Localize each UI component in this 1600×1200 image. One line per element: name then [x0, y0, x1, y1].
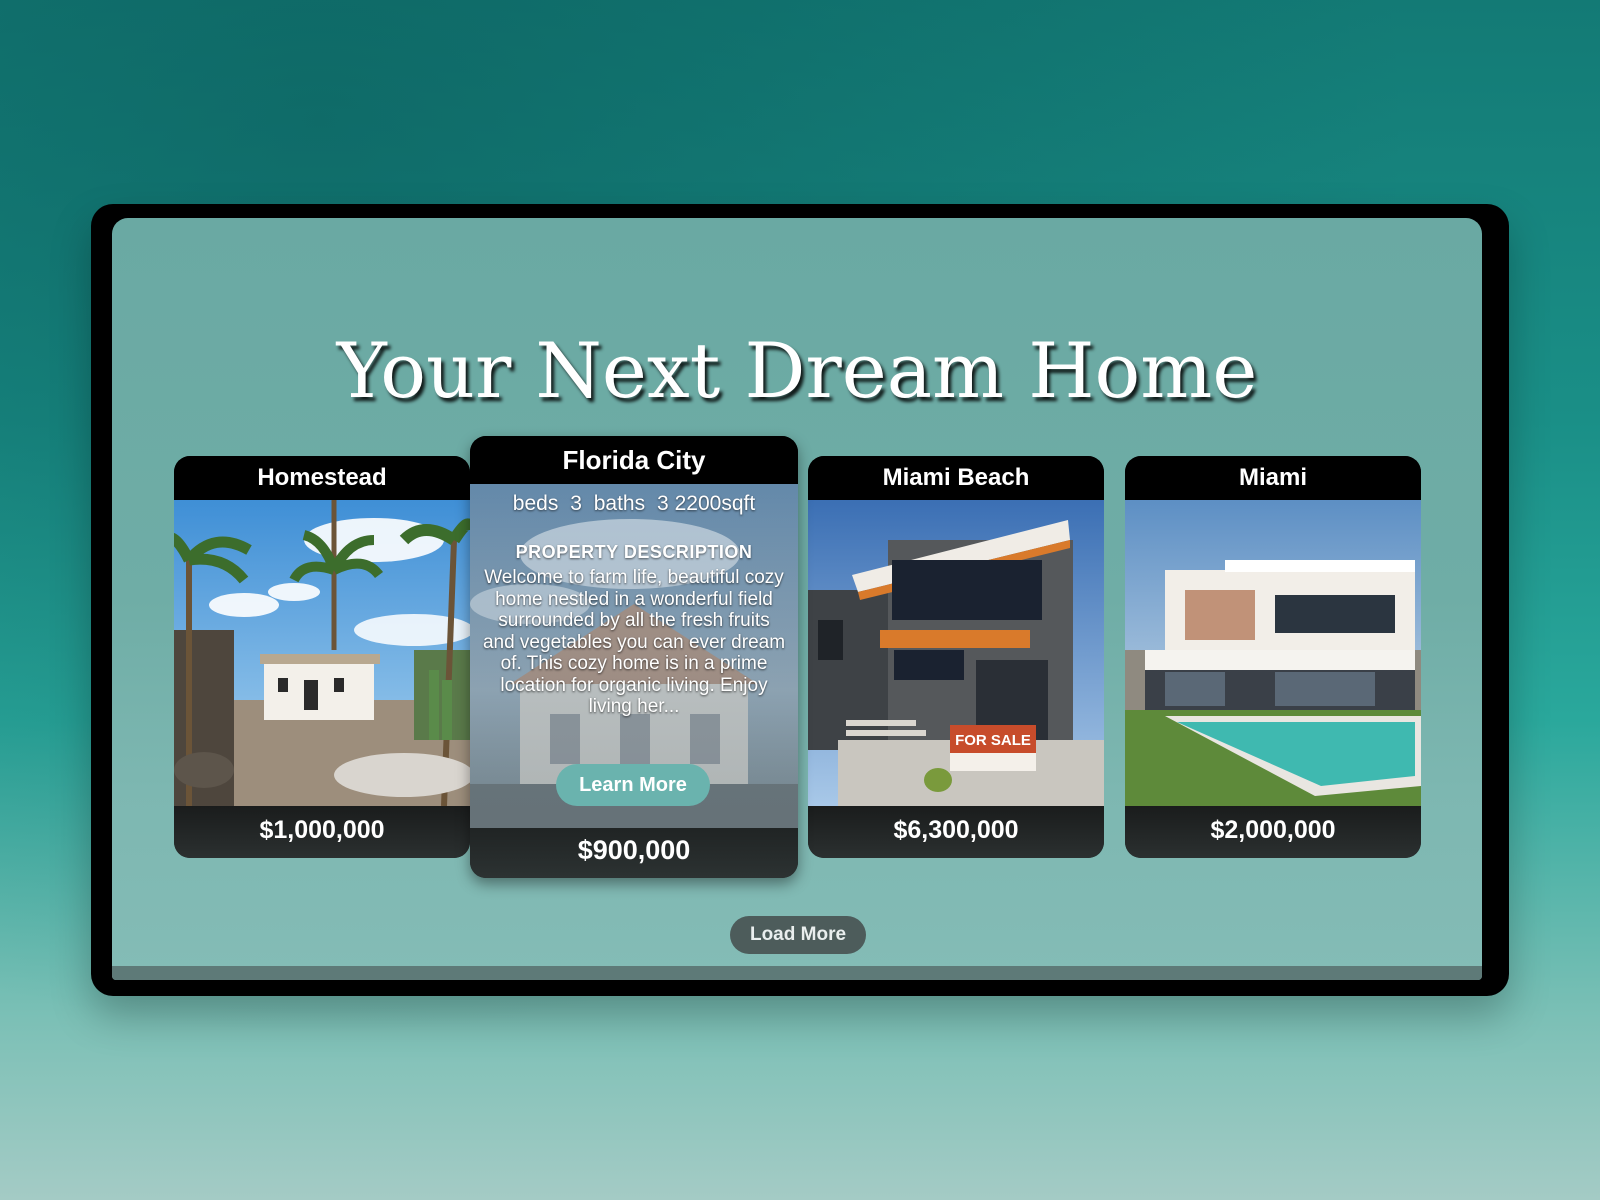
listing-card-florida-city[interactable]: Florida City beds 3 baths 3 2200sqft PRO… — [470, 436, 798, 878]
baths-value: 3 — [656, 492, 669, 515]
listing-city: Miami — [1125, 456, 1421, 500]
listing-city: Homestead — [174, 456, 470, 500]
description-heading: PROPERTY DESCRIPTION — [515, 542, 753, 562]
screen-bottom-edge — [112, 966, 1482, 980]
listing-card-miami-beach[interactable]: Miami Beach FOR SALE $6,300,000 — [808, 456, 1104, 858]
beds-label: beds — [512, 492, 559, 515]
description-text: Welcome to farm life, beautiful cozy hom… — [482, 567, 786, 717]
listing-photo — [174, 500, 470, 806]
listing-price: $900,000 — [470, 828, 798, 878]
listing-price: $6,300,000 — [808, 806, 1104, 858]
listing-city: Florida City — [470, 436, 798, 484]
listing-card-miami[interactable]: Miami $2,000,000 — [1125, 456, 1421, 858]
area-value: 2200sqft — [674, 492, 756, 515]
listing-city: Miami Beach — [808, 456, 1104, 500]
beds-value: 3 — [570, 492, 582, 515]
load-more-button[interactable]: Load More — [730, 916, 866, 954]
listing-stats: beds 3 baths 3 2200sqft — [470, 492, 798, 516]
listing-price: $1,000,000 — [174, 806, 470, 858]
listing-photo — [1125, 500, 1421, 806]
listing-details-overlay: beds 3 baths 3 2200sqft PROPERTY DESCRIPT… — [470, 484, 798, 828]
app-screen: Your Next Dream Home Homestead $1,000,00… — [112, 218, 1482, 980]
listing-card-homestead[interactable]: Homestead $1,000,000 — [174, 456, 470, 858]
page-title: Your Next Dream Home — [336, 326, 1258, 415]
for-sale-sign-text: FOR SALE — [955, 732, 1031, 749]
listing-price: $2,000,000 — [1125, 806, 1421, 858]
baths-label: baths — [593, 492, 646, 515]
listing-photo: FOR SALE — [808, 500, 1104, 806]
learn-more-button[interactable]: Learn More — [556, 764, 710, 806]
